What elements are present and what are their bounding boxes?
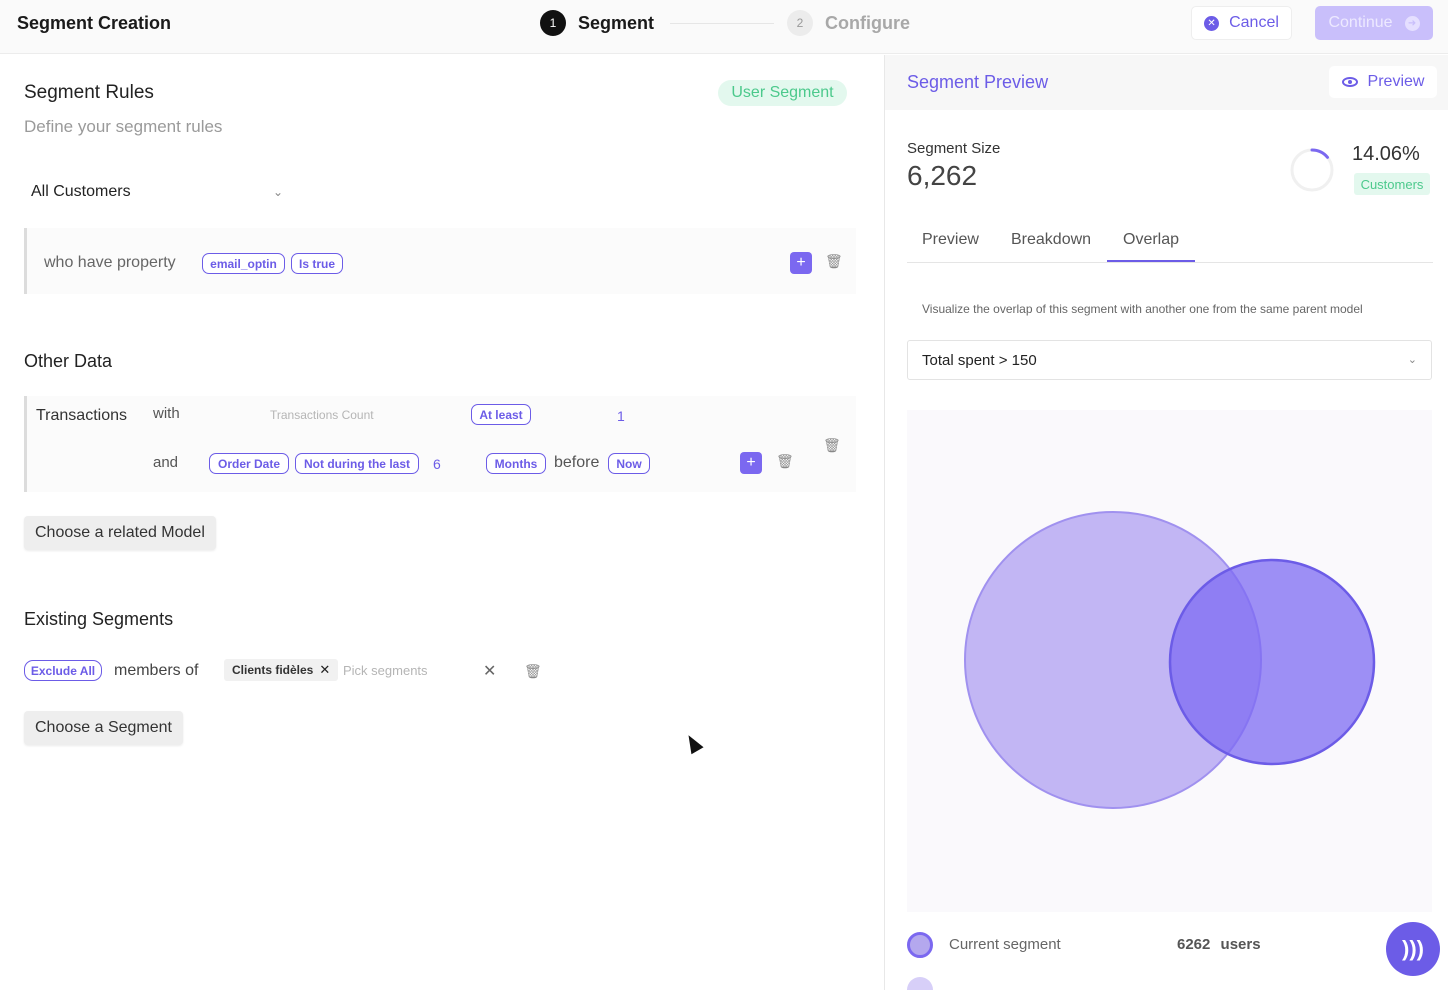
step-divider bbox=[670, 23, 774, 24]
legend-swatch bbox=[907, 932, 933, 958]
with-label: with bbox=[153, 405, 180, 422]
legend-compare bbox=[907, 975, 1327, 990]
trash-icon[interactable]: 🗑 bbox=[524, 663, 542, 680]
percent-value: 14.06% bbox=[1352, 143, 1420, 165]
operator-pill[interactable]: Is true bbox=[291, 253, 343, 274]
comparator-pill[interactable]: At least bbox=[471, 404, 531, 425]
arrow-right-icon: ➜ bbox=[1404, 15, 1420, 31]
venn-svg bbox=[964, 511, 1376, 809]
preview-button[interactable]: Preview bbox=[1329, 66, 1437, 98]
transactions-rule: Transactions with Transactions Count At … bbox=[24, 396, 856, 492]
clear-icon[interactable]: ✕ bbox=[483, 661, 496, 681]
cancel-label: Cancel bbox=[1229, 14, 1279, 31]
scope-select[interactable]: All Customers bbox=[31, 183, 131, 201]
choose-related-model-button[interactable]: Choose a related Model bbox=[24, 516, 216, 550]
step-number: 1 bbox=[540, 10, 566, 36]
choose-segment-button[interactable]: Choose a Segment bbox=[24, 711, 183, 745]
step-label: Configure bbox=[825, 12, 910, 33]
legend-current: Current segment 6262 users bbox=[907, 930, 1327, 960]
time-value-input[interactable]: 6 bbox=[433, 456, 441, 472]
count-input[interactable]: 1 bbox=[617, 408, 625, 424]
chevron-down-icon: ⌄ bbox=[1407, 354, 1417, 366]
add-condition-button[interactable]: + bbox=[740, 452, 762, 474]
overlap-description: Visualize the overlap of this segment wi… bbox=[922, 302, 1363, 316]
preview-tabs: Preview Breakdown Overlap bbox=[907, 225, 1433, 263]
trash-icon[interactable]: 🗑 bbox=[825, 253, 843, 270]
venn-diagram bbox=[907, 410, 1432, 912]
legend-unit: users bbox=[1220, 936, 1261, 953]
model-name: Transactions bbox=[36, 407, 127, 424]
chevron-down-icon[interactable]: ⌄ bbox=[273, 185, 283, 199]
segment-rules-subtitle: Define your segment rules bbox=[24, 117, 223, 136]
anchor-pill[interactable]: Now bbox=[608, 453, 650, 474]
metric-select[interactable]: Transactions Count bbox=[270, 408, 374, 422]
step-label: Segment bbox=[578, 12, 655, 33]
preview-panel: Segment Preview Preview Segment Size 6,2… bbox=[884, 55, 1448, 990]
tab-preview[interactable]: Preview bbox=[922, 231, 979, 249]
legend-value: 6262 users bbox=[1177, 936, 1261, 953]
before-label: before bbox=[554, 454, 600, 471]
legend-label: Current segment bbox=[949, 936, 1061, 953]
compare-segment-value: Total spent > 150 bbox=[922, 352, 1037, 369]
tab-breakdown[interactable]: Breakdown bbox=[1011, 231, 1091, 249]
venn-compare-segment bbox=[1168, 558, 1376, 766]
add-condition-button[interactable]: + bbox=[790, 252, 812, 274]
close-circle-icon: ✕ bbox=[1204, 15, 1220, 31]
step-segment[interactable]: 1 Segment bbox=[540, 10, 654, 36]
property-rule: who have property email_optin Is true + … bbox=[24, 228, 856, 294]
tab-overlap[interactable]: Overlap bbox=[1123, 231, 1179, 249]
percent-ring bbox=[1290, 148, 1334, 192]
legend-count: 6262 bbox=[1177, 936, 1211, 953]
page-title: Segment Creation bbox=[17, 13, 172, 33]
cancel-button[interactable]: ✕ Cancel bbox=[1191, 6, 1292, 40]
preview-button-label: Preview bbox=[1367, 73, 1425, 90]
segment-rules-title: Segment Rules bbox=[24, 82, 154, 103]
other-data-title: Other Data bbox=[24, 351, 113, 371]
top-bar: Segment Creation 1 Segment 2 Configure ✕… bbox=[0, 0, 1448, 54]
property-pill[interactable]: email_optin bbox=[202, 253, 285, 274]
segment-size-value: 6,262 bbox=[907, 160, 978, 191]
active-tab-indicator bbox=[1107, 260, 1195, 262]
condition-text: who have property bbox=[44, 254, 176, 271]
rules-panel: Segment Rules Define your segment rules … bbox=[0, 55, 884, 990]
customers-badge: Customers bbox=[1354, 173, 1430, 195]
date-field-pill[interactable]: Order Date bbox=[209, 453, 289, 474]
preview-header: Segment Preview Preview bbox=[885, 55, 1448, 110]
close-icon[interactable]: ✕ bbox=[319, 662, 330, 678]
continue-label: Continue bbox=[1328, 14, 1393, 31]
segment-search-input[interactable]: Pick segments bbox=[343, 663, 428, 678]
and-label: and bbox=[153, 454, 179, 471]
mode-pill[interactable]: Exclude All bbox=[24, 660, 102, 681]
segment-chip[interactable]: Clients fidèles ✕ bbox=[224, 659, 339, 681]
trash-icon[interactable]: 🗑 bbox=[823, 437, 841, 454]
segment-size-label: Segment Size bbox=[907, 140, 1001, 157]
existing-segments-title: Existing Segments bbox=[24, 609, 174, 629]
time-operator-pill[interactable]: Not during the last bbox=[295, 453, 419, 474]
continue-button[interactable]: Continue ➜ bbox=[1315, 6, 1433, 40]
step-number: 2 bbox=[787, 10, 813, 36]
compare-segment-select[interactable]: Total spent > 150 ⌄ bbox=[907, 340, 1432, 380]
segment-chip-label: Clients fidèles bbox=[232, 663, 314, 677]
members-of-label: members of bbox=[114, 662, 199, 679]
segment-type-badge: User Segment bbox=[718, 80, 847, 106]
eye-icon bbox=[1341, 77, 1358, 87]
time-unit-pill[interactable]: Months bbox=[486, 453, 546, 474]
step-configure[interactable]: 2 Configure bbox=[787, 10, 910, 36]
chat-launcher-button[interactable]: ))) bbox=[1386, 922, 1440, 976]
trash-icon[interactable]: 🗑 bbox=[776, 453, 794, 470]
preview-title: Segment Preview bbox=[907, 72, 1049, 92]
legend-swatch bbox=[907, 977, 933, 990]
